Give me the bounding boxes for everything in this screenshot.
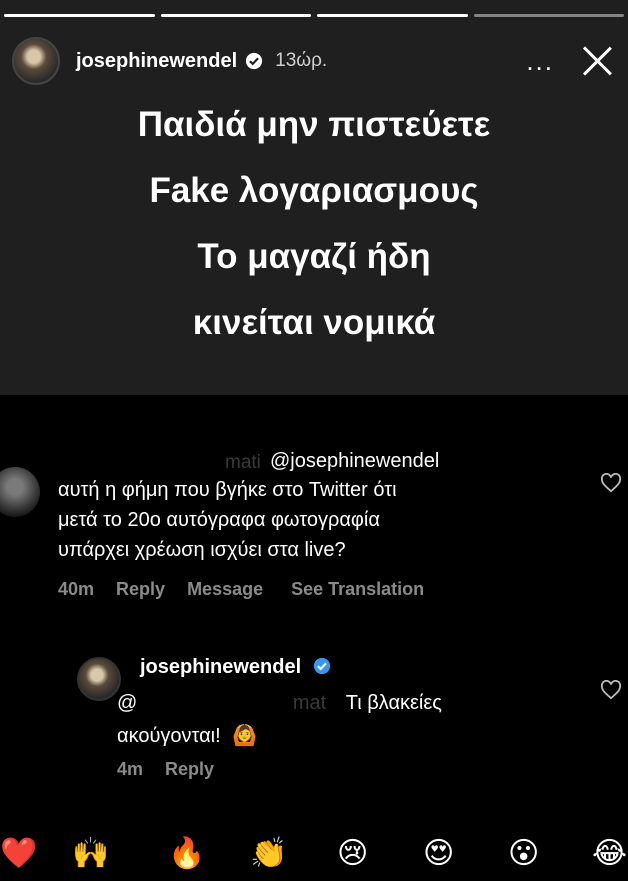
story-panel: josephinewendel 13ώρ. ... Παιδιά μην πισ… [0, 0, 628, 395]
progress-segment [160, 14, 311, 17]
laughing-reaction-icon[interactable]: 😂 [592, 839, 627, 869]
reply-at: @ [117, 692, 138, 714]
facepalm-emoji-icon: 🙆 [232, 725, 258, 747]
comment-time: 40m [58, 579, 95, 599]
clap-reaction-icon[interactable]: 👏 [250, 839, 287, 869]
comments-section: mati @josephinewendel αυτή η φήμη που βγ… [0, 395, 628, 881]
heart-eyes-reaction-icon[interactable]: 😍 [423, 839, 454, 869]
comment-line: υπάρχει χρέωση ισχύει στα live? [58, 539, 346, 561]
raised-hands-reaction-icon[interactable]: 🙌 [72, 839, 109, 869]
story-line: Το μαγαζί ήδη [197, 237, 431, 276]
fire-reaction-icon[interactable]: 🔥 [168, 839, 205, 869]
verified-badge-icon [313, 657, 330, 675]
verified-badge-icon [246, 52, 263, 70]
story-progress-bar [0, 14, 628, 17]
like-heart-icon[interactable] [600, 473, 622, 493]
reply-line: ακούγονται! [117, 725, 221, 747]
progress-segment [4, 14, 155, 17]
reply-button[interactable]: Reply [116, 579, 165, 600]
story-time: 13ώρ. [275, 50, 328, 71]
reply-username-text: josephinewendel [140, 656, 302, 678]
reply-button[interactable]: Reply [165, 759, 214, 780]
avatar[interactable] [0, 467, 40, 517]
comment-mention[interactable]: @josephinewendel [270, 450, 439, 473]
comment-line: αυτή η φήμη που βγήκε στο Twitter ότι [58, 479, 397, 501]
reply-faded-handle: mat [292, 692, 327, 714]
like-heart-icon[interactable] [600, 680, 622, 700]
see-translation-button[interactable]: See Translation [291, 579, 424, 600]
story-line: Fake λογαριασμους [149, 171, 479, 210]
more-options-icon[interactable]: ... [526, 48, 554, 74]
reply-text: @ mat Τι βλακείες ακούγονται! 🙆 [117, 687, 537, 753]
story-header: josephinewendel 13ώρ. ... [12, 36, 614, 86]
close-icon[interactable] [580, 44, 614, 78]
crying-reaction-icon[interactable]: 😢 [337, 839, 368, 869]
surprised-reaction-icon[interactable]: 😮 [508, 839, 539, 869]
comment-author[interactable]: mati [225, 452, 261, 474]
message-button[interactable]: Message [187, 579, 263, 600]
story-line: Παιδιά μην πιστεύετε [137, 105, 491, 144]
story-username[interactable]: josephinewendel [76, 50, 237, 73]
quick-reactions-bar: ❤️ 🙌 🔥 👏 😢 😍 😮 😂 [0, 827, 628, 881]
reply-username[interactable]: josephinewendel [140, 656, 331, 679]
avatar[interactable] [12, 37, 60, 85]
reply-time: 4m [117, 759, 144, 779]
reply-meta: 4m Reply [117, 759, 214, 780]
progress-segment [473, 14, 624, 17]
avatar[interactable] [77, 657, 121, 701]
progress-segment [317, 14, 468, 17]
heart-reaction-icon[interactable]: ❤️ [0, 839, 37, 869]
story-text: Παιδιά μην πιστεύετε Fake λογαριασμους Τ… [0, 92, 628, 356]
story-line: κινείται νομικά [192, 303, 436, 342]
comment-line: μετά το 20ο αυτόγραφα φωτογραφία [58, 509, 380, 531]
reply-line: Τι βλακείες [345, 692, 442, 714]
comment-meta: 40m Reply Message See Translation [58, 579, 424, 600]
comment-text: αυτή η φήμη που βγήκε στο Twitter ότι με… [58, 475, 578, 565]
